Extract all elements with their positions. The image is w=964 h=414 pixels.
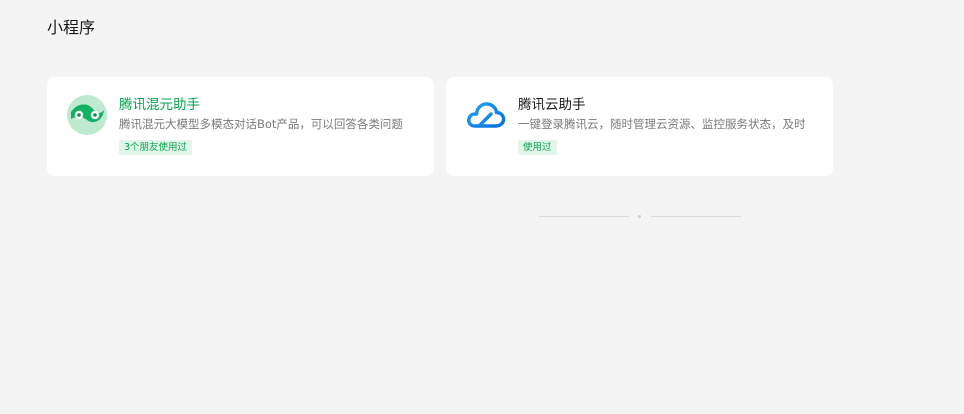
divider-line-right [651,216,741,217]
hunyuan-logo-icon [67,95,107,135]
mini-program-description: 一键登录腾讯云，随时管理云资源、监控服务状态，及时 [518,117,806,131]
tencent-cloud-logo-icon [467,102,506,128]
mini-program-card-hunyuan[interactable]: 腾讯混元助手 腾讯混元大模型多模态对话Bot产品，可以回答各类问题 3个朋友使用… [47,77,434,176]
divider-dot [638,215,641,218]
mini-program-name: 腾讯混元助手 [119,97,200,113]
mini-program-card-tencent-cloud[interactable]: 腾讯云助手 一键登录腾讯云，随时管理云资源、监控服务状态，及时 使用过 [446,77,833,176]
usage-tag: 3个朋友使用过 [119,140,193,155]
usage-tag: 使用过 [518,140,557,155]
mini-program-list: 腾讯混元助手 腾讯混元大模型多模态对话Bot产品，可以回答各类问题 3个朋友使用… [47,77,833,176]
mini-program-name: 腾讯云助手 [518,97,586,113]
section-title: 小程序 [47,18,96,37]
divider-line-left [539,216,629,217]
mini-program-description: 腾讯混元大模型多模态对话Bot产品，可以回答各类问题 [119,117,403,131]
end-of-list-divider [539,215,741,218]
